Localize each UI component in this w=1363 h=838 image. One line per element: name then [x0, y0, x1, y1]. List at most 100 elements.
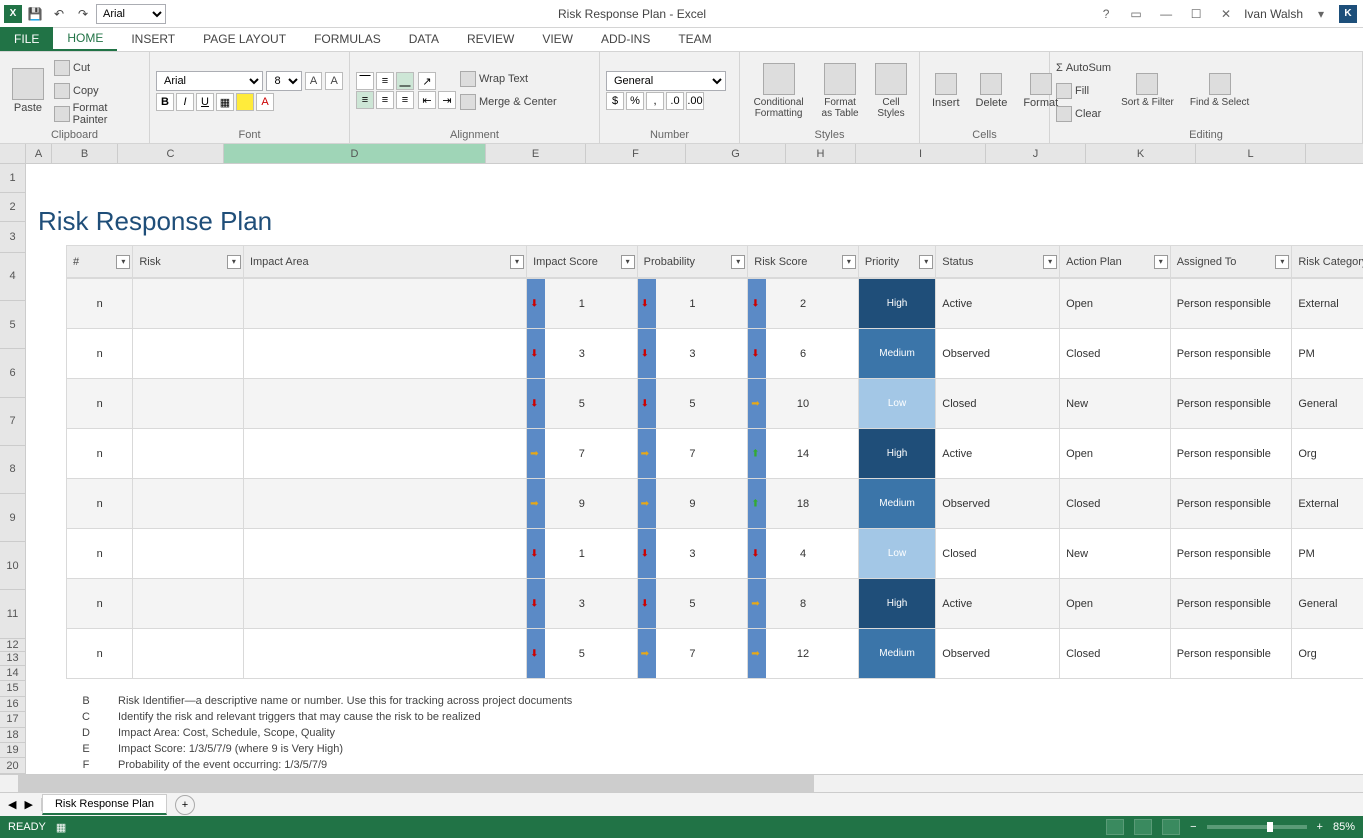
- border-button[interactable]: ▦: [216, 93, 234, 111]
- horizontal-scrollbar[interactable]: [18, 775, 1345, 792]
- cell-assigned[interactable]: Person responsible: [1170, 329, 1292, 379]
- cell-probability[interactable]: ⬇5: [637, 379, 748, 429]
- cell-impact-score[interactable]: ⬇5: [527, 629, 638, 679]
- row-header[interactable]: 13: [0, 652, 26, 666]
- table-header[interactable]: Risk▾: [133, 246, 244, 278]
- row-header[interactable]: 12: [0, 639, 26, 653]
- cell-impact-score[interactable]: ⬇3: [527, 579, 638, 629]
- table-header[interactable]: Impact Score▾: [527, 246, 638, 278]
- table-row[interactable]: n⬇3⬇3⬇6MediumObservedClosedPerson respon…: [67, 329, 1363, 379]
- cell-risk-score[interactable]: ⬇4: [748, 529, 859, 579]
- font-name-combo[interactable]: Arial: [156, 71, 263, 91]
- zoom-in-icon[interactable]: +: [1317, 821, 1323, 833]
- cell-risk-score[interactable]: ➡12: [748, 629, 859, 679]
- cell-risk[interactable]: [133, 479, 244, 529]
- cell-category[interactable]: Org: [1292, 429, 1363, 479]
- cell-probability[interactable]: ⬇1: [637, 279, 748, 329]
- col-header-K[interactable]: K: [1086, 144, 1196, 163]
- cell-risk-score[interactable]: ⬇6: [748, 329, 859, 379]
- cell-impact-area[interactable]: [243, 529, 526, 579]
- col-header-A[interactable]: A: [26, 144, 52, 163]
- cell-assigned[interactable]: Person responsible: [1170, 429, 1292, 479]
- tab-team[interactable]: TEAM: [664, 27, 725, 51]
- row-header[interactable]: 20: [0, 758, 26, 773]
- cell-action[interactable]: Open: [1060, 279, 1171, 329]
- cell-probability[interactable]: ➡7: [637, 429, 748, 479]
- tab-file[interactable]: FILE: [0, 27, 53, 51]
- row-header[interactable]: 5: [0, 301, 26, 349]
- filter-icon[interactable]: ▾: [842, 255, 856, 269]
- cell-assigned[interactable]: Person responsible: [1170, 629, 1292, 679]
- maximize-icon[interactable]: ☐: [1184, 4, 1208, 24]
- row-header[interactable]: 17: [0, 712, 26, 727]
- row-header[interactable]: 1: [0, 164, 26, 193]
- cell-risk-score[interactable]: ⬆18: [748, 479, 859, 529]
- sheet-nav-next-icon[interactable]: ▶: [24, 798, 32, 811]
- cell-probability[interactable]: ➡9: [637, 479, 748, 529]
- zoom-level[interactable]: 85%: [1333, 821, 1355, 833]
- cell-impact-score[interactable]: ⬇1: [527, 279, 638, 329]
- cell-action[interactable]: New: [1060, 529, 1171, 579]
- cell-probability[interactable]: ⬇3: [637, 329, 748, 379]
- cell-impact-score[interactable]: ➡7: [527, 429, 638, 479]
- cell-status[interactable]: Active: [936, 279, 1060, 329]
- cell-impact-area[interactable]: [243, 629, 526, 679]
- col-header-J[interactable]: J: [986, 144, 1086, 163]
- redo-icon[interactable]: ↷: [72, 3, 94, 25]
- cell-priority[interactable]: High: [858, 279, 935, 329]
- row-header[interactable]: 16: [0, 697, 26, 712]
- filter-icon[interactable]: ▾: [1043, 255, 1057, 269]
- table-header[interactable]: Action Plan▾: [1060, 246, 1171, 278]
- cell-risk[interactable]: [133, 379, 244, 429]
- conditional-formatting-button[interactable]: Conditional Formatting: [746, 54, 811, 127]
- tab-review[interactable]: REVIEW: [453, 27, 528, 51]
- cell-status[interactable]: Observed: [936, 629, 1060, 679]
- table-header[interactable]: Assigned To▾: [1170, 246, 1292, 278]
- format-painter-button[interactable]: Format Painter: [54, 103, 143, 125]
- table-row[interactable]: n⬇1⬇1⬇2HighActiveOpenPerson responsibleE…: [67, 279, 1363, 329]
- table-header[interactable]: Priority▾: [858, 246, 935, 278]
- cell-num[interactable]: n: [67, 329, 133, 379]
- cell-priority[interactable]: Medium: [858, 329, 935, 379]
- row-header[interactable]: 2: [0, 193, 26, 222]
- cell-risk[interactable]: [133, 529, 244, 579]
- inc-decimal-icon[interactable]: .0: [666, 92, 684, 110]
- filter-icon[interactable]: ▾: [116, 255, 130, 269]
- add-sheet-icon[interactable]: +: [175, 795, 195, 815]
- cell-num[interactable]: n: [67, 479, 133, 529]
- align-center-icon[interactable]: ≡: [376, 91, 394, 109]
- col-header-F[interactable]: F: [586, 144, 686, 163]
- col-header-L[interactable]: L: [1196, 144, 1306, 163]
- filter-icon[interactable]: ▾: [919, 255, 933, 269]
- col-header-B[interactable]: B: [52, 144, 118, 163]
- cell-num[interactable]: n: [67, 579, 133, 629]
- cell-impact-area[interactable]: [243, 429, 526, 479]
- table-row[interactable]: n⬇5⬇5➡10LowClosedNewPerson responsibleGe…: [67, 379, 1363, 429]
- col-header-H[interactable]: H: [786, 144, 856, 163]
- cell-status[interactable]: Active: [936, 429, 1060, 479]
- row-header[interactable]: 7: [0, 398, 26, 446]
- cell-risk[interactable]: [133, 429, 244, 479]
- table-row[interactable]: n➡7➡7⬆14HighActiveOpenPerson responsible…: [67, 429, 1363, 479]
- sheet-nav-prev-icon[interactable]: ◀: [8, 798, 16, 811]
- cell-assigned[interactable]: Person responsible: [1170, 279, 1292, 329]
- cell-category[interactable]: General: [1292, 579, 1363, 629]
- cell-status[interactable]: Observed: [936, 479, 1060, 529]
- italic-button[interactable]: I: [176, 93, 194, 111]
- autosum-button[interactable]: Σ AutoSum: [1056, 57, 1111, 79]
- cell-impact-score[interactable]: ⬇3: [527, 329, 638, 379]
- normal-view-icon[interactable]: [1106, 819, 1124, 835]
- delete-cells-button[interactable]: Delete: [970, 54, 1014, 127]
- cell-priority[interactable]: High: [858, 429, 935, 479]
- cell-risk-score[interactable]: ➡10: [748, 379, 859, 429]
- cell-action[interactable]: Closed: [1060, 479, 1171, 529]
- cell-probability[interactable]: ⬇5: [637, 579, 748, 629]
- fill-button[interactable]: Fill: [1056, 80, 1111, 102]
- wrap-text-button[interactable]: Wrap Text: [460, 68, 557, 90]
- cell-risk-score[interactable]: ⬆14: [748, 429, 859, 479]
- font-color-button[interactable]: A: [256, 93, 274, 111]
- table-header[interactable]: Risk Score▾: [748, 246, 859, 278]
- col-header-G[interactable]: G: [686, 144, 786, 163]
- tab-view[interactable]: VIEW: [528, 27, 587, 51]
- cell-assigned[interactable]: Person responsible: [1170, 379, 1292, 429]
